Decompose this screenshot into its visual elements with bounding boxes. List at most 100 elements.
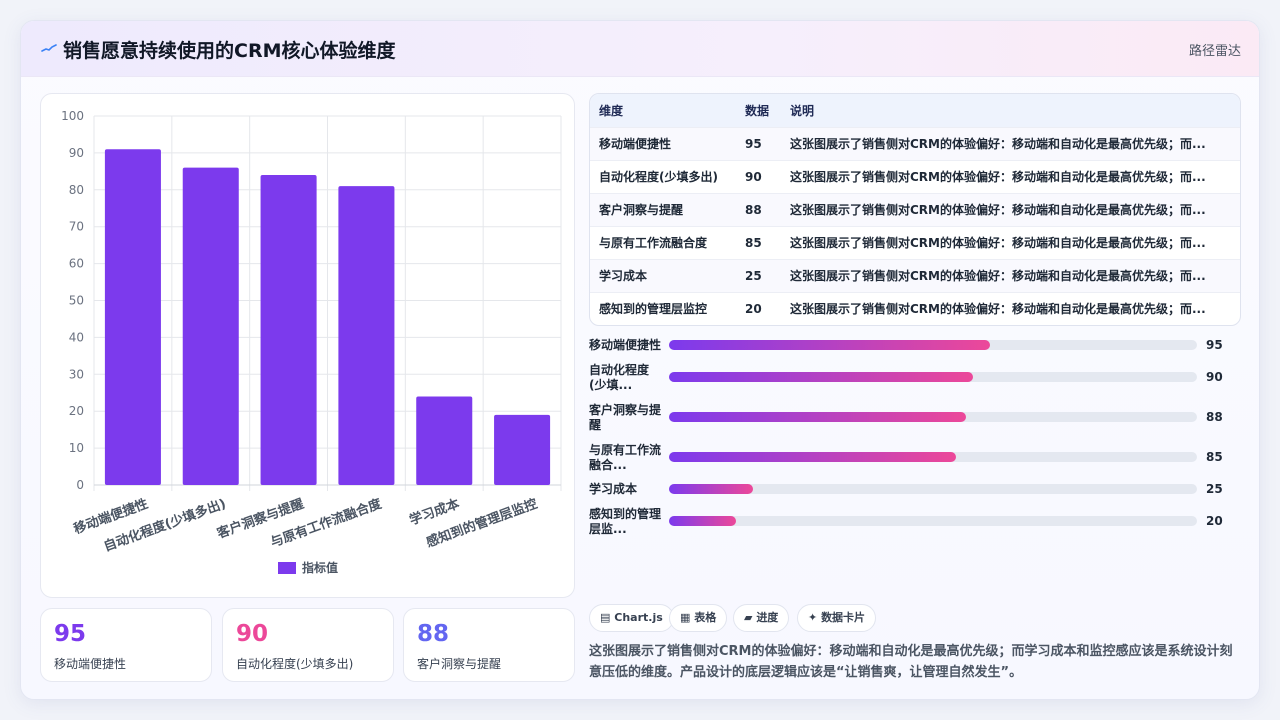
bar bbox=[260, 175, 317, 485]
stat-label: 自动化程度(少填多出) bbox=[236, 657, 354, 671]
progress-label: 自动化程度(少填... bbox=[589, 363, 650, 392]
column-header-dimension: 维度 bbox=[599, 103, 624, 118]
y-tick-label: 80 bbox=[69, 183, 84, 197]
y-tick-label: 70 bbox=[69, 220, 84, 234]
stat-value: 95 bbox=[54, 621, 87, 647]
sparkle-icon: ✦ bbox=[808, 611, 818, 624]
progress-fill bbox=[669, 516, 737, 526]
stat-card-3: 88 客户洞察与提醒 bbox=[403, 608, 575, 682]
progress-icon: ▰ bbox=[744, 611, 753, 624]
progress-row: 感知到的管理层监... 20 bbox=[589, 507, 1241, 545]
progress-value: 20 bbox=[1206, 514, 1223, 528]
progress-value: 85 bbox=[1206, 450, 1223, 464]
progress-row: 学习成本 25 bbox=[589, 479, 1241, 513]
bar bbox=[338, 186, 395, 486]
progress-row: 与原有工作流融合... 85 bbox=[589, 443, 1241, 481]
cell-value: 25 bbox=[745, 268, 762, 283]
stat-value: 88 bbox=[417, 621, 450, 647]
y-tick-label: 40 bbox=[69, 330, 84, 344]
cell-dimension: 与原有工作流融合度 bbox=[599, 236, 708, 250]
bar bbox=[494, 414, 551, 485]
cell-description: 这张图展示了销售侧对CRM的体验偏好：移动端和自动化是最高优先级；而... bbox=[790, 137, 1206, 151]
cell-dimension: 移动端便捷性 bbox=[599, 137, 672, 151]
cell-description: 这张图展示了销售侧对CRM的体验偏好：移动端和自动化是最高优先级；而... bbox=[790, 302, 1206, 317]
y-tick-label: 90 bbox=[69, 146, 84, 160]
y-tick-label: 30 bbox=[69, 367, 84, 381]
data-table: 维度 数据 说明 移动端便捷性 95 这张图展示了销售侧对CRM的体验偏好：移动… bbox=[589, 93, 1241, 326]
table-row: 自动化程度(少填多出) 90 这张图展示了销售侧对CRM的体验偏好：移动端和自动… bbox=[590, 160, 1240, 193]
y-tick-label: 100 bbox=[61, 109, 84, 123]
chip-progress[interactable]: ▰ 进度 bbox=[733, 604, 790, 632]
stat-label: 客户洞察与提醒 bbox=[417, 657, 502, 671]
table-icon: ▦ bbox=[680, 611, 691, 624]
progress-track bbox=[669, 516, 1197, 526]
x-tick-label: 学习成本 bbox=[407, 496, 461, 529]
cell-value: 85 bbox=[745, 235, 762, 250]
progress-value: 88 bbox=[1206, 410, 1223, 424]
stat-value: 90 bbox=[236, 621, 269, 647]
progress-value: 95 bbox=[1206, 338, 1223, 352]
progress-label: 与原有工作流融合... bbox=[589, 443, 662, 472]
progress-track bbox=[669, 412, 1197, 422]
table-header-row: 维度 数据 说明 bbox=[590, 94, 1240, 127]
stat-card-2: 90 自动化程度(少填多出) bbox=[222, 608, 394, 682]
cell-value: 20 bbox=[745, 301, 762, 316]
cell-description: 这张图展示了销售侧对CRM的体验偏好：移动端和自动化是最高优先级；而... bbox=[790, 236, 1206, 250]
chip-data-card[interactable]: ✦ 数据卡片 bbox=[797, 604, 877, 632]
cell-dimension: 感知到的管理层监控 bbox=[599, 302, 708, 317]
chip-label: Chart.js bbox=[614, 611, 663, 624]
pulse-icon bbox=[41, 44, 57, 52]
progress-value: 90 bbox=[1206, 370, 1223, 384]
dashboard-card: 销售愿意持续使用的CRM核心体验维度 路径雷达 0 10 20 30 40 50 60 70 8… bbox=[20, 20, 1260, 700]
progress-track bbox=[669, 340, 1197, 350]
progress-track bbox=[669, 452, 1197, 462]
progress-label: 客户洞察与提醒 bbox=[589, 403, 662, 432]
cell-value: 88 bbox=[745, 202, 762, 217]
progress-label: 感知到的管理层监... bbox=[589, 507, 662, 536]
summary-text: 这张图展示了销售侧对CRM的体验偏好：移动端和自动化是最高优先级；而学习成本和监… bbox=[589, 644, 1233, 680]
legend-swatch bbox=[278, 562, 296, 574]
progress-value: 25 bbox=[1206, 482, 1223, 496]
chart-icon: ▤ bbox=[600, 611, 611, 624]
progress-label: 学习成本 bbox=[589, 482, 638, 496]
progress-list: 移动端便捷性 95 自动化程度(少填... 90 客户洞察与提醒 88 与原有工… bbox=[589, 335, 1241, 545]
table-row: 移动端便捷性 95 这张图展示了销售侧对CRM的体验偏好：移动端和自动化是最高优… bbox=[590, 127, 1240, 160]
chip-table[interactable]: ▦ 表格 bbox=[669, 604, 728, 632]
cell-dimension: 自动化程度(少填多出) bbox=[599, 170, 718, 184]
cell-dimension: 学习成本 bbox=[599, 269, 648, 283]
progress-fill bbox=[669, 372, 974, 382]
bar bbox=[104, 149, 161, 485]
legend-label: 指标值 bbox=[302, 560, 338, 575]
table-row: 与原有工作流融合度 85 这张图展示了销售侧对CRM的体验偏好：移动端和自动化是… bbox=[590, 226, 1240, 259]
cell-value: 95 bbox=[745, 136, 762, 151]
chip-label: 进度 bbox=[756, 611, 779, 624]
header-link[interactable]: 路径雷达 bbox=[1189, 40, 1241, 59]
column-header-value: 数据 bbox=[745, 103, 770, 118]
progress-row: 自动化程度(少填... 90 bbox=[589, 363, 1241, 401]
chip-chartjs[interactable]: ▤ Chart.js bbox=[589, 604, 674, 632]
chip-label: 数据卡片 bbox=[821, 611, 866, 624]
progress-fill bbox=[669, 452, 957, 462]
y-tick-label: 50 bbox=[69, 294, 84, 308]
table-row: 感知到的管理层监控 20 这张图展示了销售侧对CRM的体验偏好：移动端和自动化是… bbox=[590, 292, 1240, 325]
page-title: 销售愿意持续使用的CRM核心体验维度 bbox=[63, 40, 396, 62]
progress-track bbox=[669, 372, 1197, 382]
bar bbox=[182, 167, 239, 485]
progress-row: 移动端便捷性 95 bbox=[589, 335, 1241, 369]
table-row: 学习成本 25 这张图展示了销售侧对CRM的体验偏好：移动端和自动化是最高优先级… bbox=[590, 259, 1240, 292]
stat-label: 移动端便捷性 bbox=[54, 657, 127, 671]
column-header-description: 说明 bbox=[790, 103, 815, 118]
progress-track bbox=[669, 484, 1197, 494]
chip-label: 表格 bbox=[694, 611, 717, 624]
cell-description: 这张图展示了销售侧对CRM的体验偏好：移动端和自动化是最高优先级；而... bbox=[790, 203, 1206, 217]
y-tick-label: 20 bbox=[69, 404, 84, 418]
progress-label: 移动端便捷性 bbox=[589, 338, 662, 352]
progress-row: 客户洞察与提醒 88 bbox=[589, 403, 1241, 441]
y-tick-label: 60 bbox=[69, 257, 84, 271]
cell-dimension: 客户洞察与提醒 bbox=[599, 203, 684, 217]
bar-chart: 0102030405060708090100移动端便捷性自动化程度(少填多出)客… bbox=[61, 109, 562, 575]
cell-value: 90 bbox=[745, 169, 762, 184]
cell-description: 这张图展示了销售侧对CRM的体验偏好：移动端和自动化是最高优先级；而... bbox=[790, 170, 1206, 184]
progress-fill bbox=[669, 412, 967, 422]
table-row: 客户洞察与提醒 88 这张图展示了销售侧对CRM的体验偏好：移动端和自动化是最高… bbox=[590, 193, 1240, 226]
